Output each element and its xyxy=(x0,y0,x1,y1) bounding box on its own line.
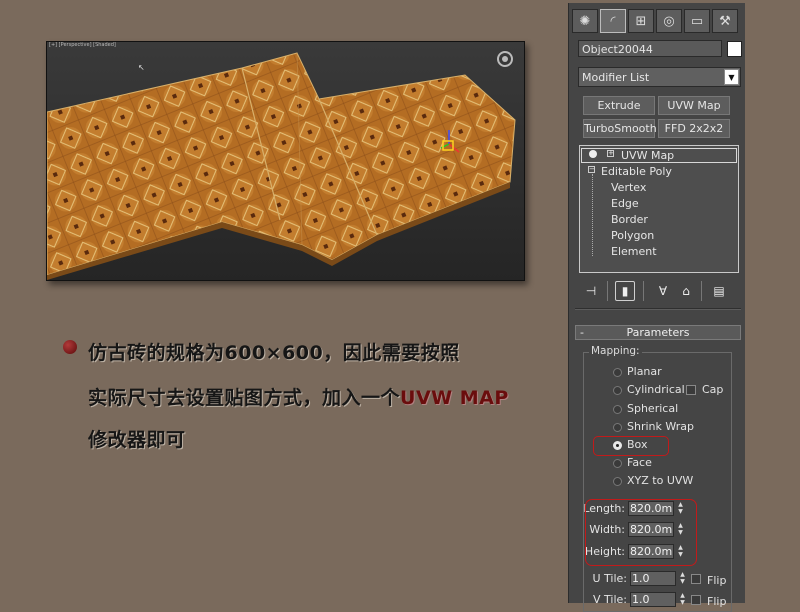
label-xyz-to-uvw: XYZ to UVW xyxy=(627,474,694,487)
turbosmooth-button[interactable]: TurboSmooth xyxy=(583,119,657,138)
caption-line-2: 实际尺寸去设置贴图方式，加入一个UVW MAP xyxy=(88,383,509,410)
label-cylindrical: Cylindrical xyxy=(627,383,685,396)
radio-xyz-to-uvw[interactable] xyxy=(613,477,622,486)
modifier-stack[interactable]: + UVW Map − Editable Poly Vertex Edge Bo… xyxy=(579,145,739,273)
subobject-vertex[interactable]: Vertex xyxy=(611,181,646,194)
tree-line xyxy=(592,174,593,256)
subobject-border[interactable]: Border xyxy=(611,213,648,226)
parameters-rollout-header[interactable]: - Parameters xyxy=(575,325,741,340)
radio-spherical[interactable] xyxy=(613,405,622,414)
radio-shrink-wrap[interactable] xyxy=(613,423,622,432)
remove-modifier-icon[interactable]: ⌂ xyxy=(676,281,696,301)
separator xyxy=(607,281,608,301)
perspective-viewport[interactable]: ↖ [+] [Perspective] [Shaded] xyxy=(46,41,525,281)
u-tile-label: U Tile: xyxy=(592,572,627,585)
modifier-list-dropdown[interactable]: Modifier List ▼ xyxy=(578,67,741,87)
object-color-swatch[interactable] xyxy=(727,41,742,57)
configure-sets-icon[interactable]: ▤ xyxy=(709,281,729,301)
svg-text:↖: ↖ xyxy=(138,63,145,72)
create-icon[interactable]: ✺ xyxy=(572,9,598,33)
rollout-toggle[interactable]: - xyxy=(580,326,584,339)
uvw-map-button[interactable]: UVW Map xyxy=(658,96,730,115)
collapse-icon[interactable]: − xyxy=(588,166,595,173)
bullet-icon xyxy=(63,340,77,354)
caption-highlight: UVW MAP xyxy=(400,387,509,409)
show-end-result-icon[interactable]: ▮ xyxy=(615,281,635,301)
object-name-field[interactable]: Object20044 xyxy=(578,40,722,57)
v-flip-label: Flip xyxy=(707,595,727,608)
pin-stack-icon[interactable]: ⊣ xyxy=(581,281,601,301)
separator xyxy=(701,281,702,301)
cap-checkbox[interactable] xyxy=(686,385,696,395)
make-unique-icon[interactable]: ∀ xyxy=(653,281,673,301)
label-shrink-wrap: Shrink Wrap xyxy=(627,420,694,433)
radio-cylindrical[interactable] xyxy=(613,386,622,395)
chevron-down-icon[interactable]: ▼ xyxy=(724,69,739,85)
label-spherical: Spherical xyxy=(627,402,679,415)
box-highlight xyxy=(593,436,669,456)
caption-line-3: 修改器即可 xyxy=(88,429,186,451)
display-icon[interactable]: ▭ xyxy=(684,9,710,33)
v-flip-checkbox[interactable] xyxy=(691,595,701,605)
stack-item-uvw-map[interactable]: UVW Map xyxy=(621,149,674,162)
extrude-button[interactable]: Extrude xyxy=(583,96,655,115)
u-tile-field[interactable]: 1.0 xyxy=(630,571,676,586)
separator xyxy=(643,281,644,301)
u-tile-spinner[interactable]: ▲ ▼ xyxy=(678,571,687,586)
utilities-icon[interactable]: ⚒ xyxy=(712,9,738,33)
subobject-element[interactable]: Element xyxy=(611,245,657,258)
modify-icon[interactable]: ◜ xyxy=(600,9,626,33)
caption-line-1: 仿古砖的规格为600×600，因此需要按照 xyxy=(88,342,460,364)
ffd-button[interactable]: FFD 2x2x2 xyxy=(658,119,730,138)
caption-line-2-text: 实际尺寸去设置贴图方式，加入一个 xyxy=(88,387,401,409)
radio-face[interactable] xyxy=(613,459,622,468)
rollout-title: Parameters xyxy=(626,326,690,339)
stack-item-editable-poly[interactable]: Editable Poly xyxy=(601,165,672,178)
dimensions-highlight xyxy=(585,499,697,566)
divider xyxy=(575,308,741,310)
motion-icon[interactable]: ◎ xyxy=(656,9,682,33)
u-flip-label: Flip xyxy=(707,574,727,587)
viewcube-icon[interactable] xyxy=(497,51,513,67)
viewport-label[interactable]: [+] [Perspective] [Shaded] xyxy=(49,42,116,48)
floor-tile-mesh[interactable]: ↖ xyxy=(47,42,524,280)
stack-toolbar: ⊣ ▮ ∀ ⌂ ▤ xyxy=(579,279,739,303)
hierarchy-icon[interactable]: ⊞ xyxy=(628,9,654,33)
radio-planar[interactable] xyxy=(613,368,622,377)
u-flip-checkbox[interactable] xyxy=(691,574,701,584)
label-cap: Cap xyxy=(702,383,724,396)
label-face: Face xyxy=(627,456,652,469)
subobject-polygon[interactable]: Polygon xyxy=(611,229,654,242)
label-planar: Planar xyxy=(627,365,662,378)
command-panel: ✺ ◜ ⊞ ◎ ▭ ⚒ Object20044 Modifier List ▼ … xyxy=(568,3,745,612)
subobject-edge[interactable]: Edge xyxy=(611,197,639,210)
modifier-list-label: Modifier List xyxy=(582,71,650,84)
lightbulb-icon[interactable] xyxy=(589,150,597,158)
command-panel-tabs: ✺ ◜ ⊞ ◎ ▭ ⚒ xyxy=(572,9,738,33)
mapping-label: Mapping: xyxy=(589,345,642,357)
expand-icon[interactable]: + xyxy=(607,150,614,157)
